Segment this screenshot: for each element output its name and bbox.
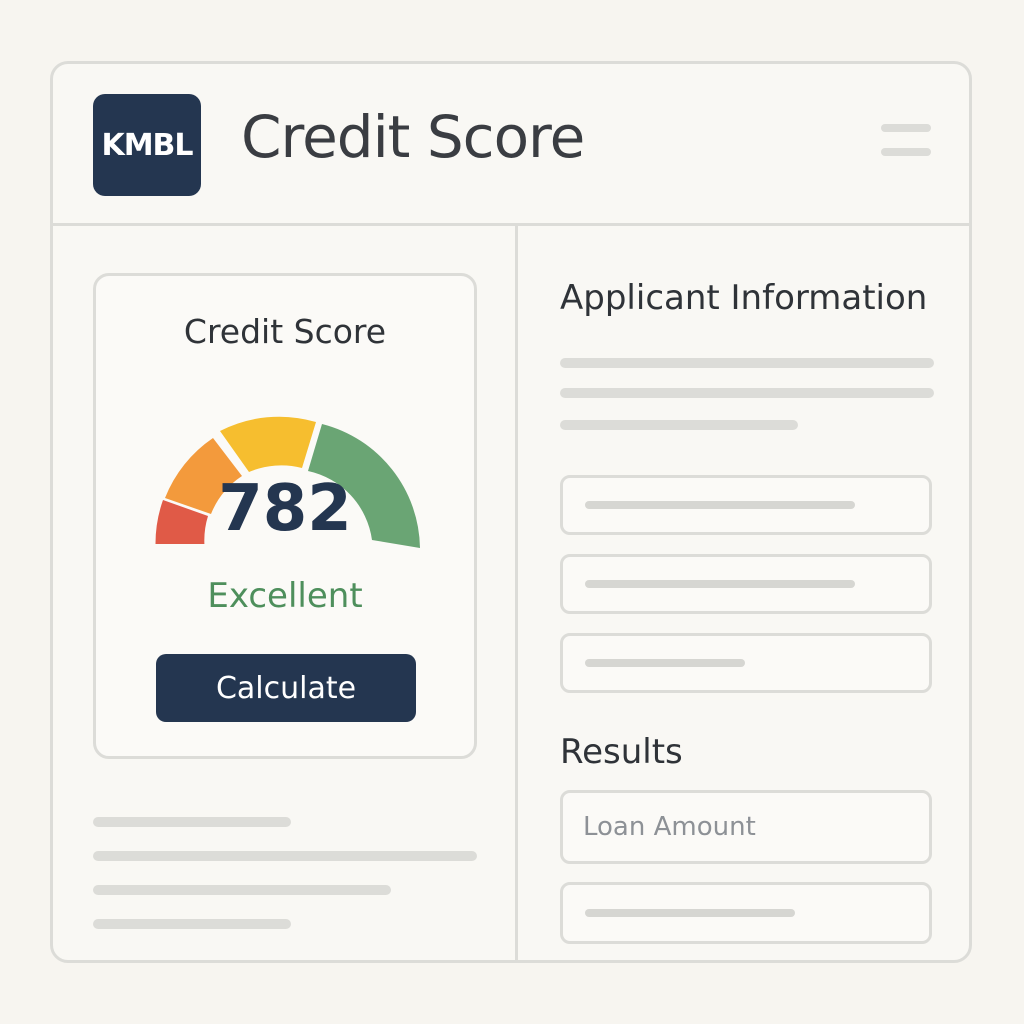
text-placeholder-line	[93, 919, 291, 929]
field-placeholder-bar	[585, 501, 855, 509]
credit-score-value: 782	[218, 472, 352, 546]
credit-score-rating: Excellent	[207, 576, 363, 616]
page-title: Credit Score	[241, 103, 585, 171]
menu-bar-top	[881, 124, 931, 132]
applicant-field-2[interactable]	[560, 554, 932, 614]
text-placeholder-line	[560, 358, 934, 368]
results-field-2[interactable]	[560, 882, 932, 944]
calculate-button[interactable]: Calculate	[156, 654, 416, 722]
field-placeholder-bar	[585, 909, 795, 917]
text-placeholder-line	[560, 420, 798, 430]
credit-score-card: Credit Score 782 Excellent Calculate	[93, 273, 477, 759]
loan-amount-field[interactable]	[560, 790, 932, 864]
field-placeholder-bar	[585, 580, 855, 588]
hamburger-menu-icon[interactable]	[879, 120, 937, 160]
text-placeholder-line	[93, 817, 291, 827]
results-heading: Results	[560, 732, 683, 772]
text-placeholder-line	[93, 851, 477, 861]
kmbl-logo: KMBL	[93, 94, 201, 196]
text-placeholder-line	[560, 388, 934, 398]
column-divider	[515, 226, 518, 960]
card-title: Credit Score	[183, 312, 387, 351]
applicant-information-heading: Applicant Information	[560, 278, 928, 318]
menu-bar-bottom	[881, 148, 931, 156]
app-window: KMBL Credit Score Credit Score 782 Excel…	[50, 61, 972, 963]
loan-amount-input[interactable]	[563, 793, 929, 861]
field-placeholder-bar	[585, 659, 745, 667]
applicant-field-3[interactable]	[560, 633, 932, 693]
gauge-segment-good	[220, 416, 316, 472]
applicant-field-1[interactable]	[560, 475, 932, 535]
header-bar: KMBL Credit Score	[53, 64, 969, 226]
text-placeholder-line	[93, 885, 391, 895]
